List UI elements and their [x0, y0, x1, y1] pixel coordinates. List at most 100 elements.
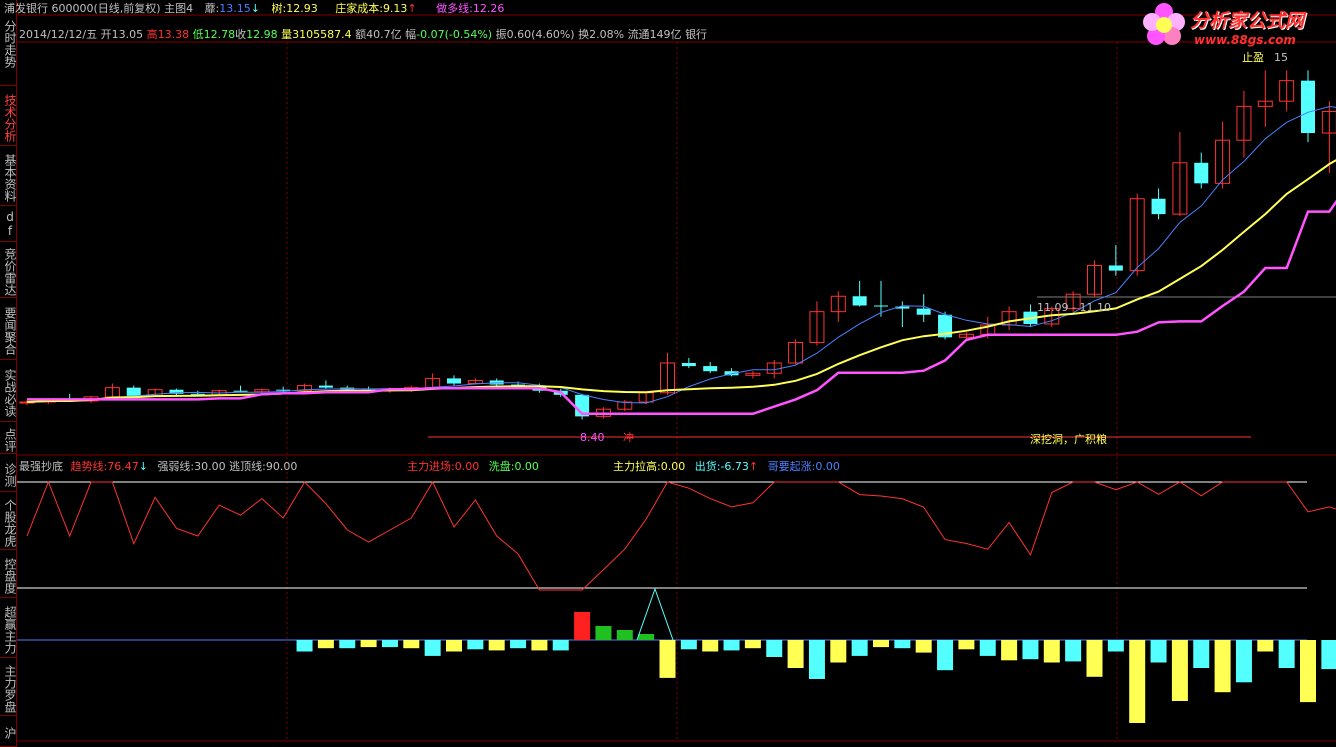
sidebar-tab-6[interactable]: 实战必读 [0, 362, 16, 422]
trend-arrow: ↓ [138, 460, 148, 473]
bull-value: 12.26 [472, 2, 505, 15]
flow-bar-down [1193, 640, 1210, 668]
indicator-header-3: 主力拉高:0.00 出货:-6.73↑ 哥要起涨:0.00 [613, 458, 840, 474]
sidebar-tab-9[interactable]: 个股龙虎 [0, 494, 16, 550]
close-label: 收 [235, 28, 247, 41]
header-row-1: 浦发银行 600000(日线,前复权) 主图4 蘼:13.15↓ 树:12.93… [4, 0, 504, 16]
amt-label: 额 [355, 28, 367, 41]
sidebar-tab-10[interactable]: 控盘度 [0, 552, 16, 598]
candle-body-down [1108, 265, 1123, 271]
cost-value: 9.13 [382, 2, 408, 15]
close-value: 12.98 [246, 28, 278, 41]
sidebar-tab-13[interactable]: 沪 [0, 718, 16, 747]
flow-bar-down [680, 640, 697, 650]
candle-body-down [916, 308, 931, 315]
rise-label: 哥要起涨: [767, 460, 816, 473]
flow-bar-down [787, 640, 804, 668]
open-value: 13.05 [111, 28, 144, 41]
candle-body-down [703, 366, 718, 372]
sidebar-tab-12[interactable]: 主力罗盘 [0, 660, 16, 716]
flow-bar-down [1001, 640, 1018, 661]
escape-value: 90.00 [265, 460, 298, 473]
candle-body-down [447, 378, 461, 384]
sidebar-tab-7[interactable]: 点评 [0, 424, 16, 454]
sector-value: 银行 [685, 28, 708, 41]
main-in-label: 主力进场: [407, 460, 455, 473]
flow-bar-down [296, 640, 313, 652]
candle-body-down [233, 390, 248, 392]
top-tag-label: 止盈 [1242, 51, 1264, 64]
flow-bar-down [937, 640, 954, 671]
sidebar-tab-4[interactable]: 竞价雷达 [0, 244, 16, 298]
flow-bar-down [1257, 640, 1274, 652]
open-label: 开 [100, 28, 112, 41]
main-in-value: 0.00 [454, 460, 480, 473]
high-label: 高 [146, 28, 158, 41]
flow-bar-down [510, 640, 527, 649]
site-logo: 分析家公式网 www.88gs.com [1138, 0, 1336, 52]
flow-bar-down [488, 640, 505, 651]
candle-body-down [1301, 80, 1315, 134]
ship-label: 出货: [694, 460, 721, 473]
rise-value: 0.00 [815, 460, 840, 473]
cave-annotation: 深挖洞，广积粮 [1030, 433, 1107, 446]
indicator-header: 最强抄底 趋势线:76.47↓ 强弱线:30.00 逃顶线:90.00 [19, 458, 297, 474]
header-row-2: 2014/12/12/五 开13.05 高13.38 低12.78收12.98 … [19, 26, 707, 42]
tree-value: 12.93 [286, 2, 318, 15]
vol-label: 量 [281, 28, 293, 41]
flow-bar-down [339, 640, 356, 649]
strong-value: 30.00 [194, 460, 226, 473]
ma-value: 13.15 [219, 2, 251, 15]
flow-bar-down [1065, 640, 1082, 662]
sidebar-tab-2[interactable]: 基本资料 [0, 148, 16, 206]
flow-bar-down [552, 640, 569, 651]
sidebar-tab-8[interactable]: 诊测 [0, 456, 16, 492]
float-label: 流通 [627, 28, 650, 41]
top-tag-value: 15 [1274, 51, 1288, 64]
tree-label: 树: [271, 2, 287, 15]
trend-value: 76.47 [107, 460, 139, 473]
flow-bar-down [1171, 640, 1188, 701]
flow-bar-up [595, 626, 612, 640]
logo-url: www.88gs.com [1194, 33, 1296, 47]
amt-value: 40.7亿 [366, 28, 402, 41]
flow-bar-down [1150, 640, 1167, 663]
flow-bar-down [894, 640, 911, 649]
flow-bar-down [467, 640, 484, 650]
flow-bar-down [659, 640, 676, 678]
flow-bar-down [1321, 640, 1336, 670]
flow-bar-down [702, 640, 719, 652]
trend-label: 趋势线: [70, 460, 108, 473]
flow-bar-down [851, 640, 868, 656]
sidebar-tab-5[interactable]: 要闻聚合 [0, 300, 16, 360]
candle-body-down [681, 363, 696, 367]
flow-bar-up [616, 630, 633, 640]
flow-bar-down [723, 640, 740, 651]
chg-label: 幅 [405, 28, 417, 41]
kline-chart[interactable] [17, 0, 1336, 747]
flow-bar-down [531, 640, 548, 651]
sidebar-tab-1[interactable]: 技术分析 [0, 88, 16, 146]
flow-bar-down [830, 640, 847, 663]
logo-title: 分析家公式网 [1190, 10, 1305, 32]
flow-bar-down [1107, 640, 1124, 652]
flow-bar-down [360, 640, 377, 648]
ma-arrow: ↓ [250, 2, 260, 15]
flow-bar-down [1235, 640, 1252, 683]
flow-bar-down [317, 640, 334, 649]
flow-bar-down [1043, 640, 1060, 663]
flow-bar-down [766, 640, 783, 657]
flow-bar-down [1214, 640, 1231, 693]
float-value: 149亿 [649, 28, 682, 41]
amp-label: 振 [495, 28, 507, 41]
indicator-header-2: 主力进场:0.00 洗盘:0.00 [407, 458, 539, 474]
sidebar-tab-3[interactable]: dfcf [0, 208, 16, 242]
range-annotation: 11.09 - 11.10 [1037, 301, 1111, 314]
flow-bar-down [1129, 640, 1146, 723]
flow-bar-down [381, 640, 398, 648]
turn-value: 2.08% [589, 28, 625, 41]
wash-label: 洗盘: [488, 460, 515, 473]
turn-label: 换 [578, 28, 590, 41]
indicator-name[interactable]: 最强抄底 [19, 460, 63, 473]
sidebar-tab-11[interactable]: 超赢主力 [0, 600, 16, 658]
